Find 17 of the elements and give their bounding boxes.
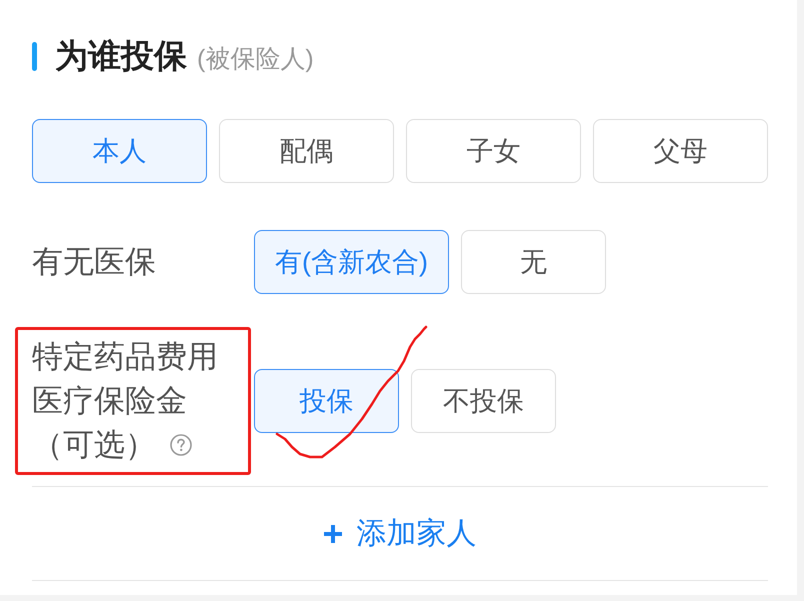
option-button[interactable]: 本人 — [32, 119, 207, 183]
option-button[interactable]: 子女 — [406, 119, 581, 183]
plus-icon — [324, 524, 342, 542]
question-label: 有无医保 — [32, 243, 157, 281]
optional-note: （可选） — [32, 426, 156, 464]
question-label: 特定药品费用医疗保险金 — [32, 338, 219, 420]
option-button[interactable]: 配偶 — [219, 119, 394, 183]
add-family-button[interactable]: 添加家人 — [324, 514, 476, 554]
accent-bar — [32, 42, 37, 70]
option-button[interactable]: 父母 — [593, 119, 768, 183]
section-title: 为谁投保 — [55, 36, 187, 76]
section-subtitle: (被保险人) — [197, 44, 314, 74]
option-button[interactable]: 有(含新农合) — [254, 230, 449, 294]
option-button[interactable]: 投保 — [254, 369, 399, 433]
option-button[interactable]: 无 — [460, 230, 606, 294]
help-icon[interactable] — [170, 434, 192, 456]
option-button[interactable]: 不投保 — [411, 369, 556, 433]
